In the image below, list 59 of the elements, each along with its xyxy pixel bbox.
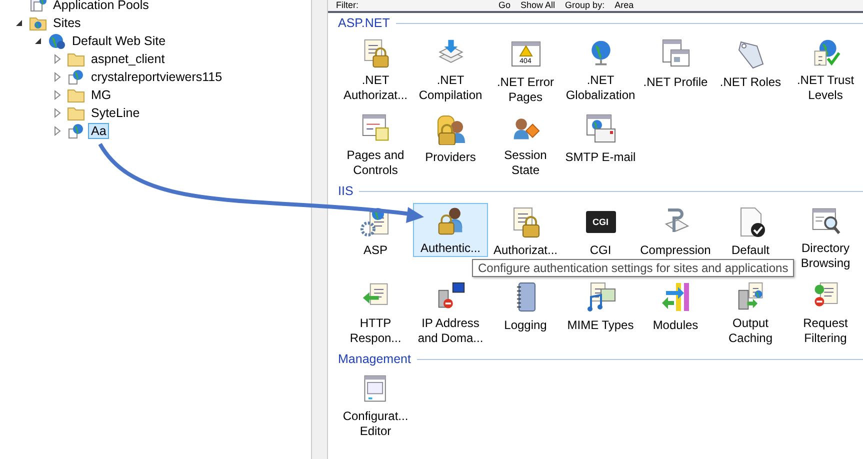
tree-item[interactable]: aspnet_client	[88, 51, 168, 67]
collapsed-arrow-icon[interactable]	[52, 54, 63, 64]
collapsed-arrow-icon[interactable]	[52, 126, 63, 136]
folder-icon	[67, 87, 85, 103]
tree-item[interactable]: SyteLine	[88, 105, 143, 121]
filter-label: Filter:	[336, 0, 358, 11]
tree-item[interactable]: MG	[88, 87, 114, 103]
feature-item[interactable]: Modules	[638, 278, 713, 347]
feature-item[interactable]: .NET Profile	[638, 35, 713, 104]
tree-item[interactable]: Aa	[88, 123, 110, 139]
feature-item[interactable]: Output Caching	[713, 278, 788, 347]
show-all-button[interactable]: Show All	[520, 0, 556, 11]
tree-item[interactable]: Application Pools	[50, 0, 152, 13]
music-note-picture-icon	[584, 281, 616, 313]
web-application-icon	[67, 69, 85, 85]
tooltip: Configure authentication settings for sites and applications	[472, 259, 794, 277]
collapsed-arrow-icon[interactable]	[52, 108, 63, 118]
feature-item[interactable]: Providers	[413, 110, 488, 179]
feature-item[interactable]: IP Address and Doma...	[413, 278, 488, 347]
database-person-lock-icon	[434, 113, 466, 145]
tree-item[interactable]: Default Web Site	[69, 33, 169, 49]
feature-item[interactable]: .NET Authorizat...	[338, 35, 413, 104]
icon-label: CGI	[591, 218, 610, 227]
feature-item[interactable]: Pages and Controls	[338, 110, 413, 179]
feature-item[interactable]: .NET Roles	[713, 35, 788, 104]
tree-item[interactable]: Sites	[50, 15, 84, 31]
folder-icon	[67, 105, 85, 121]
feature-item[interactable]: .NET Trust Levels	[788, 35, 863, 104]
go-button[interactable]: Go	[498, 0, 511, 11]
section-heading: IIS	[338, 184, 354, 198]
feature-item[interactable]: Session State	[488, 110, 563, 179]
gear-globe-document-icon	[360, 206, 392, 238]
feature-item[interactable]: SMTP E-mail	[563, 110, 638, 179]
group-by-label: Group by:	[565, 0, 605, 11]
section-heading: Management	[338, 352, 411, 366]
feature-item[interactable]: Configurat... Editor	[338, 371, 413, 440]
feature-item[interactable]: .NET Globalization	[563, 35, 638, 104]
globe-icon	[48, 33, 66, 49]
feature-item[interactable]: HTTP Respon...	[338, 278, 413, 347]
expanded-arrow-icon[interactable]	[33, 36, 44, 46]
feature-item[interactable]: Logging	[488, 278, 563, 347]
feature-item[interactable]: Request Filtering	[788, 278, 863, 347]
folder-globe-icon	[29, 15, 47, 31]
expanded-arrow-icon[interactable]	[14, 18, 25, 28]
window-envelope-icon	[584, 113, 616, 145]
window-magnifier-icon	[810, 206, 842, 236]
group-by-dropdown[interactable]: Area	[614, 0, 735, 11]
section-heading: ASP.NET	[338, 16, 390, 30]
collapsed-arrow-icon[interactable]	[52, 90, 63, 100]
feature-item[interactable]: MIME Types	[563, 278, 638, 347]
arrows-bars-icon	[660, 281, 692, 313]
feature-item[interactable]: ASP	[338, 203, 413, 272]
form-window-icon	[360, 113, 392, 143]
tree-item[interactable]: crystalreportviewers115	[88, 69, 226, 85]
feature-item[interactable]: Authentic...	[413, 203, 488, 257]
folder-icon	[67, 51, 85, 67]
web-application-icon	[67, 123, 85, 139]
collapsed-arrow-icon[interactable]	[52, 72, 63, 82]
feature-item[interactable]: .NET Compilation	[413, 35, 488, 104]
